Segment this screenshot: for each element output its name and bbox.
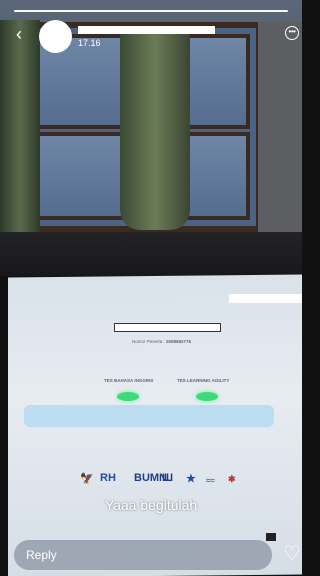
- garuda-logo: 🦅: [80, 473, 94, 485]
- reply-input[interactable]: Reply: [14, 540, 272, 570]
- story-progress-bar: [14, 10, 288, 12]
- redaction-name-bar: [114, 323, 221, 332]
- red-logo: ✱: [228, 474, 236, 484]
- corner-mark: [266, 533, 276, 541]
- test-label-agility: TES LEARNING AGILITY: [177, 378, 230, 383]
- org-logo: Ш: [162, 472, 174, 484]
- score-agility: [196, 392, 218, 401]
- story-viewer: Nomor Peserta : 2508682775 TES BAHASA IN…: [0, 0, 302, 576]
- participant-number: Nomor Peserta : 2508682775: [132, 339, 192, 344]
- window-sill: [0, 232, 302, 276]
- partner-logo: ≈≈: [206, 476, 215, 485]
- back-arrow-icon[interactable]: ‹: [16, 25, 32, 43]
- wall: [258, 22, 302, 242]
- curtain-right: [120, 30, 190, 230]
- heart-icon[interactable]: ♡: [283, 544, 302, 564]
- star-logo: ★: [186, 473, 196, 485]
- test-label-english: TES BAHASA INGGRIS: [104, 378, 154, 383]
- info-band: [24, 405, 274, 427]
- story-time: 17.16: [78, 38, 101, 48]
- rhm-logo: RH: [100, 472, 116, 484]
- story-caption: Yaaa begitulah: [104, 497, 198, 513]
- score-english: [117, 392, 139, 401]
- username-redacted[interactable]: [78, 26, 215, 34]
- redaction-strip: [229, 294, 302, 303]
- avatar[interactable]: [39, 20, 72, 53]
- more-options-icon[interactable]: •••: [285, 26, 299, 40]
- curtain-left: [0, 20, 40, 240]
